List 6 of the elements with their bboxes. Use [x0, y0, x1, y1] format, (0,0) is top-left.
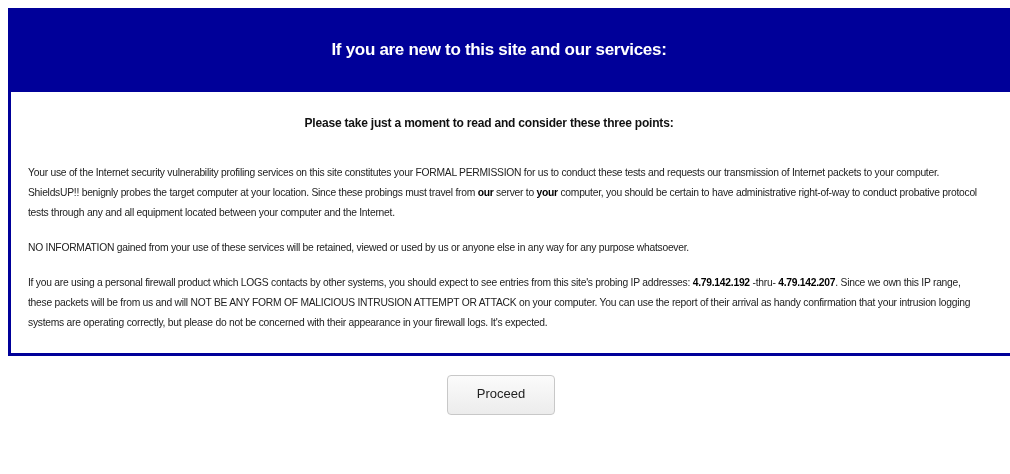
proceed-button[interactable]: Proceed [447, 375, 555, 415]
header-title: If you are new to this site and our services: [331, 40, 667, 60]
notice-heading: Please take just a moment to read and consider these three points: [303, 116, 675, 130]
notice-paragraph: Your use of the Internet security vulnerability profiling services on this site constitutes your FORMAL PERMISSION for us to conduct these tests and requests our transmission of Internet packets to your computer. ShieldsUP!! benignly probes the target computer at your location. Since these probings must travel from our server to your computer, you should be certain to have administrative right-of-way to conduct probative protocol tests through any and all equipment located between your computer and the Internet. [28, 166, 978, 220]
notice-paragraph: If you are using a personal firewall product which LOGS contacts by other systems, you should expect to see entries from this site's probing IP addresses: 4.79.142.192 -thru- 4.79.142.207. Since we own this IP range, these packets will be from us and will NOT BE ANY FORM OF MALICIOUS INTRUSION ATTEMPT OR ATTACK on your computer. You can use the report of their arrival as handy confirmation that your intrusion logging systems are operating correctly, but please do not be concerned with their appearance in your firewall logs. It's expected. [28, 276, 972, 330]
notice-paragraph: NO INFORMATION gained from your use of these services will be retained, viewed or used by us or anyone else in any way for any purpose whatsoever. [28, 241, 690, 255]
